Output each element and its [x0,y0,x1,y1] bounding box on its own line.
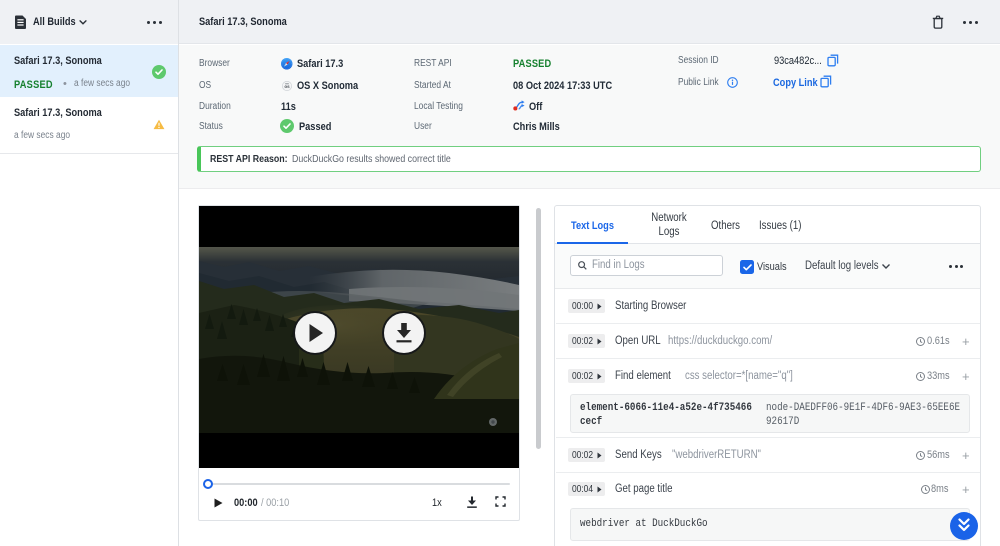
svg-text:os: os [284,84,290,89]
